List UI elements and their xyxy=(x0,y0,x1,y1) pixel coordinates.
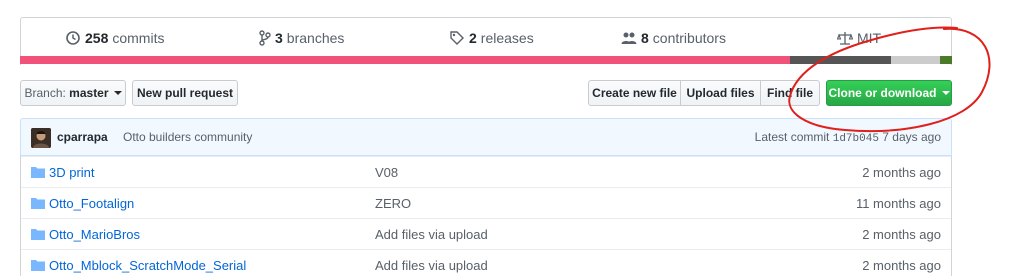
language-segment[interactable] xyxy=(20,56,790,64)
file-name[interactable]: Otto_MarioBros xyxy=(49,227,140,242)
clone-or-download-button[interactable]: Clone or download xyxy=(826,80,952,106)
create-new-file-button[interactable]: Create new file xyxy=(588,80,681,106)
contributors-label: contributors xyxy=(652,30,726,46)
license-label: MIT xyxy=(857,30,882,46)
branches-label: branches xyxy=(286,30,345,46)
license-stat[interactable]: MIT xyxy=(837,30,881,46)
list-item[interactable]: Otto_Mblock_ScratchMode_Serial Add files… xyxy=(21,249,951,280)
language-segment[interactable] xyxy=(789,56,892,64)
law-icon xyxy=(837,30,853,46)
file-commit-message[interactable]: Add files via upload xyxy=(375,227,488,242)
branches-stat[interactable]: 3 branches xyxy=(259,30,344,46)
list-item[interactable]: Otto_Footalign ZERO 11 months ago xyxy=(21,187,951,218)
upload-files-button[interactable]: Upload files xyxy=(680,80,761,106)
file-age: 11 months ago xyxy=(855,196,941,211)
releases-label: releases xyxy=(480,30,534,46)
commit-age: 7 days ago xyxy=(882,130,941,144)
clone-or-download-label: Clone or download xyxy=(828,86,937,100)
history-icon xyxy=(65,30,81,46)
folder-icon xyxy=(31,228,45,243)
file-commit-message[interactable]: V08 xyxy=(375,165,398,180)
find-file-button[interactable]: Find file xyxy=(760,80,820,106)
folder-icon xyxy=(31,197,45,212)
commits-count: 258 xyxy=(85,30,109,46)
tag-icon xyxy=(449,30,465,46)
new-pull-request-button[interactable]: New pull request xyxy=(132,80,238,106)
folder-icon xyxy=(31,259,45,274)
commit-author[interactable]: cparrapa xyxy=(57,130,108,144)
commit-message[interactable]: Otto builders community xyxy=(123,130,252,144)
contributors-count: 8 xyxy=(641,30,649,46)
file-age: 2 months ago xyxy=(862,165,941,180)
branch-icon xyxy=(259,30,271,46)
file-list: 3D print V08 2 months ago Otto_Footalign… xyxy=(20,156,952,276)
releases-count: 2 xyxy=(469,30,477,46)
list-item[interactable]: Otto_MarioBros Add files via upload 2 mo… xyxy=(21,218,951,249)
list-item[interactable]: 3D print V08 2 months ago xyxy=(21,156,951,187)
chevron-down-icon xyxy=(941,91,950,95)
branch-select-button[interactable]: Branch: master xyxy=(20,80,126,106)
contributors-stat[interactable]: 8 contributors xyxy=(621,30,726,46)
language-bar[interactable] xyxy=(20,56,952,64)
latest-commit-info: Latest commit 1d7b045 7 days ago xyxy=(755,130,941,145)
chevron-down-icon xyxy=(113,91,122,95)
branch-prefix: Branch: xyxy=(24,86,66,100)
releases-stat[interactable]: 2 releases xyxy=(449,30,534,46)
latest-commit-bar: cparrapa Otto builders community Latest … xyxy=(20,118,952,156)
latest-commit-label: Latest commit xyxy=(754,130,830,144)
commits-stat[interactable]: 258 commits xyxy=(65,30,164,46)
folder-icon xyxy=(31,166,45,181)
language-segment[interactable] xyxy=(891,56,940,64)
file-name[interactable]: Otto_Footalign xyxy=(49,196,134,211)
file-commit-message[interactable]: ZERO xyxy=(375,196,411,211)
language-segment[interactable] xyxy=(939,56,952,64)
commits-label: commits xyxy=(112,30,165,46)
branch-name: master xyxy=(69,86,109,100)
avatar[interactable] xyxy=(31,128,51,148)
branches-count: 3 xyxy=(275,30,283,46)
file-name[interactable]: 3D print xyxy=(49,165,95,180)
commit-sha[interactable]: 1d7b045 xyxy=(833,133,879,145)
file-age: 2 months ago xyxy=(862,227,941,242)
people-icon xyxy=(621,30,637,46)
